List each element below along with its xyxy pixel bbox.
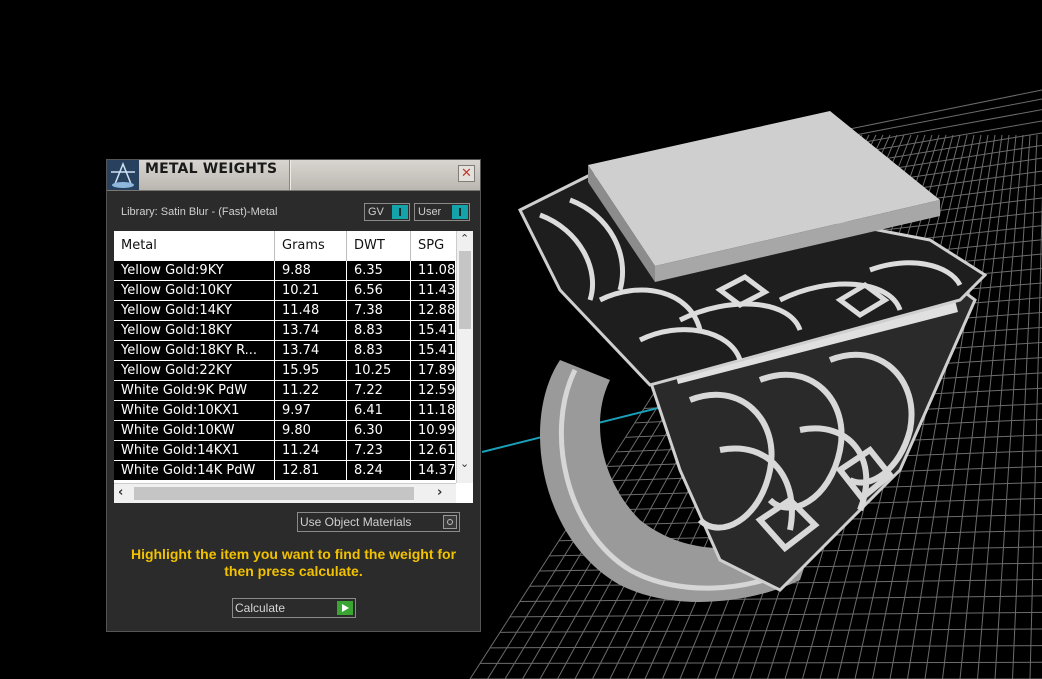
table-row[interactable]: Yellow Gold:18KY 13.74 8.83 15.41 bbox=[114, 321, 456, 341]
cell-grams: 9.80 bbox=[275, 421, 347, 440]
toggle-switch-icon bbox=[452, 205, 468, 219]
calculate-button[interactable]: Calculate bbox=[232, 598, 356, 618]
table-row[interactable]: Yellow Gold:14KY 11.48 7.38 12.88 bbox=[114, 301, 456, 321]
table-row[interactable]: White Gold:9K PdW 11.22 7.22 12.59 bbox=[114, 381, 456, 401]
cell-metal: Yellow Gold:14KY bbox=[114, 301, 275, 320]
chevron-down-icon[interactable]: ⌄ bbox=[460, 457, 469, 470]
cell-grams: 9.97 bbox=[275, 401, 347, 420]
column-header-dwt[interactable]: DWT bbox=[347, 231, 411, 261]
cell-dwt: 8.83 bbox=[347, 341, 411, 360]
cell-dwt: 8.83 bbox=[347, 321, 411, 340]
titlebar-divider-highlight bbox=[290, 160, 291, 190]
cell-dwt: 10.25 bbox=[347, 361, 411, 380]
column-header-metal[interactable]: Metal bbox=[114, 231, 275, 261]
cell-metal: White Gold:9K PdW bbox=[114, 381, 275, 400]
vertical-scrollbar[interactable]: ⌃ ⌄ bbox=[456, 231, 473, 483]
cell-spg: 12.61 bbox=[411, 441, 456, 460]
table-row[interactable]: White Gold:10KX1 9.97 6.41 11.18 bbox=[114, 401, 456, 421]
cell-metal: Yellow Gold:18KY bbox=[114, 321, 275, 340]
calculate-label: Calculate bbox=[235, 601, 286, 615]
cell-dwt: 6.56 bbox=[347, 281, 411, 300]
cell-grams: 13.74 bbox=[275, 341, 347, 360]
table-row[interactable]: Yellow Gold:9KY 9.88 6.35 11.08 bbox=[114, 261, 456, 281]
cell-grams: 15.95 bbox=[275, 361, 347, 380]
chevron-right-icon[interactable]: › bbox=[437, 485, 442, 500]
chevron-up-icon[interactable]: ⌃ bbox=[460, 232, 469, 245]
user-toggle[interactable]: User bbox=[414, 203, 470, 221]
cell-spg: 12.59 bbox=[411, 381, 456, 400]
cell-spg: 11.08 bbox=[411, 261, 456, 280]
cell-spg: 15.41 bbox=[411, 341, 456, 360]
cell-dwt: 6.30 bbox=[347, 421, 411, 440]
metal-weights-panel: METAL WEIGHTS ✕ Library: Satin Blur - (F… bbox=[106, 159, 481, 632]
cell-grams: 9.88 bbox=[275, 261, 347, 280]
gv-toggle-label: GV bbox=[368, 206, 384, 218]
cell-grams: 12.81 bbox=[275, 461, 347, 480]
cell-grams: 13.74 bbox=[275, 321, 347, 340]
gv-toggle[interactable]: GV bbox=[364, 203, 410, 221]
cell-metal: White Gold:10KX1 bbox=[114, 401, 275, 420]
use-object-materials-label: Use Object Materials bbox=[300, 515, 412, 529]
table-body: Yellow Gold:9KY 9.88 6.35 11.08 Yellow Gold:… bbox=[114, 261, 456, 481]
cell-dwt: 7.23 bbox=[347, 441, 411, 460]
vertical-scroll-thumb[interactable] bbox=[459, 251, 471, 329]
panel-titlebar[interactable]: METAL WEIGHTS ✕ bbox=[107, 160, 480, 191]
cell-spg: 12.88 bbox=[411, 301, 456, 320]
cell-spg: 10.99 bbox=[411, 421, 456, 440]
cell-grams: 10.21 bbox=[275, 281, 347, 300]
cell-spg: 14.37 bbox=[411, 461, 456, 480]
cell-spg: 17.89 bbox=[411, 361, 456, 380]
cell-grams: 11.24 bbox=[275, 441, 347, 460]
table-row[interactable]: White Gold:14KX1 11.24 7.23 12.61 bbox=[114, 441, 456, 461]
panel-title: METAL WEIGHTS bbox=[145, 161, 278, 177]
cell-dwt: 6.35 bbox=[347, 261, 411, 280]
cell-metal: White Gold:10KW bbox=[114, 421, 275, 440]
cell-spg: 11.18 bbox=[411, 401, 456, 420]
toggle-switch-icon bbox=[392, 205, 408, 219]
column-header-spg[interactable]: SPG bbox=[411, 231, 456, 261]
cell-metal: Yellow Gold:22KY bbox=[114, 361, 275, 380]
scale-icon bbox=[107, 160, 139, 190]
cell-dwt: 6.41 bbox=[347, 401, 411, 420]
cell-dwt: 7.38 bbox=[347, 301, 411, 320]
table-header: Metal Grams DWT SPG bbox=[114, 231, 456, 261]
table-row[interactable]: White Gold:10KW 9.80 6.30 10.99 bbox=[114, 421, 456, 441]
horizontal-scroll-thumb[interactable] bbox=[134, 487, 414, 500]
cell-spg: 11.43 bbox=[411, 281, 456, 300]
table-row[interactable]: White Gold:14K PdW 12.81 8.24 14.37 bbox=[114, 461, 456, 481]
cell-metal: White Gold:14K PdW bbox=[114, 461, 275, 480]
table-row[interactable]: Yellow Gold:18KY R... 13.74 8.83 15.41 bbox=[114, 341, 456, 361]
cell-metal: Yellow Gold:18KY R... bbox=[114, 341, 275, 360]
instruction-text: Highlight the item you want to find the … bbox=[130, 546, 457, 579]
user-toggle-label: User bbox=[418, 206, 442, 218]
table-row[interactable]: Yellow Gold:10KY 10.21 6.56 11.43 bbox=[114, 281, 456, 301]
use-object-materials-button[interactable]: Use Object Materials bbox=[297, 512, 460, 532]
close-icon[interactable]: ✕ bbox=[458, 165, 475, 182]
cell-grams: 11.22 bbox=[275, 381, 347, 400]
cell-metal: White Gold:14KX1 bbox=[114, 441, 275, 460]
library-label: Library: Satin Blur - (Fast)-Metal bbox=[121, 206, 278, 218]
cell-dwt: 7.22 bbox=[347, 381, 411, 400]
cell-grams: 11.48 bbox=[275, 301, 347, 320]
cell-metal: Yellow Gold:10KY bbox=[114, 281, 275, 300]
chevron-left-icon[interactable]: ‹ bbox=[118, 485, 123, 500]
horizontal-scrollbar[interactable]: ‹ › bbox=[114, 483, 456, 503]
radio-icon bbox=[443, 515, 457, 529]
column-header-grams[interactable]: Grams bbox=[275, 231, 347, 261]
play-icon bbox=[337, 601, 353, 615]
cell-metal: Yellow Gold:9KY bbox=[114, 261, 275, 280]
cell-spg: 15.41 bbox=[411, 321, 456, 340]
ring-model bbox=[517, 111, 988, 602]
cell-dwt: 8.24 bbox=[347, 461, 411, 480]
metal-table[interactable]: Metal Grams DWT SPG Yellow Gold:9KY 9.88 6… bbox=[114, 231, 473, 503]
table-row[interactable]: Yellow Gold:22KY 15.95 10.25 17.89 bbox=[114, 361, 456, 381]
